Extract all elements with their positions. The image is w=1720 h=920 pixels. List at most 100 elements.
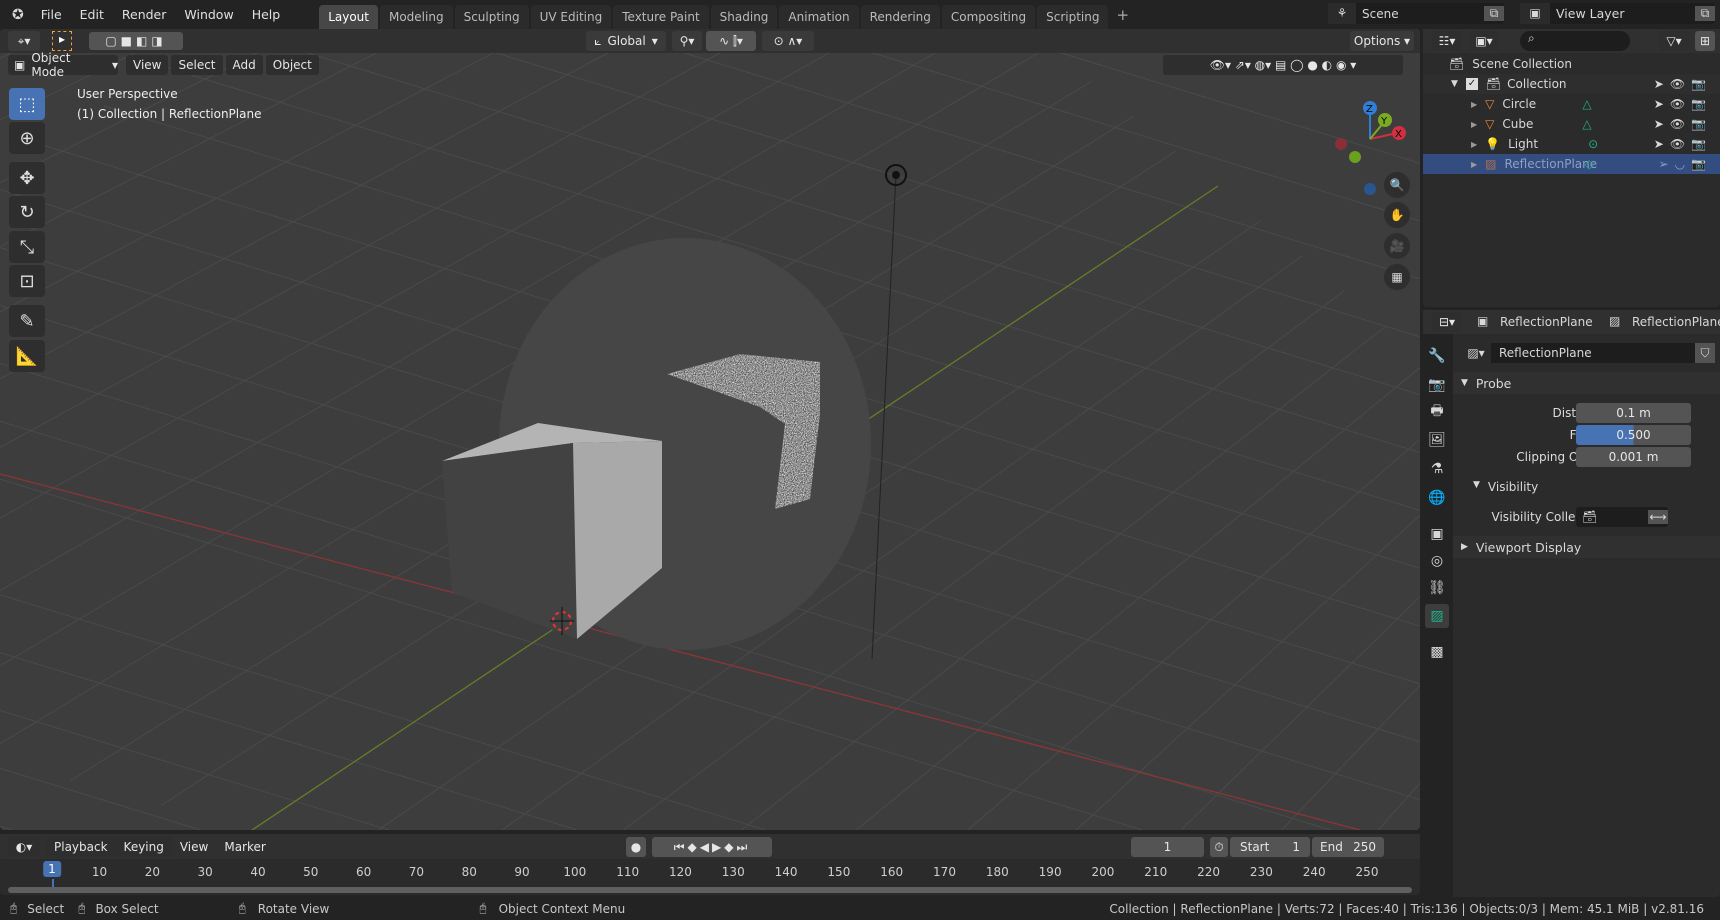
object-data-icon[interactable]: ◇ <box>1585 157 1659 171</box>
view-layer-dropdown[interactable]: ▣▾ <box>1469 31 1499 51</box>
transform-tool[interactable]: ⊡ <box>9 265 45 297</box>
editor-type-button[interactable]: ⊟▾ <box>1432 312 1462 332</box>
tab-modeling[interactable]: Modeling <box>379 5 453 29</box>
outliner-item-circle[interactable]: ▶ ▽ Circle △ ➤👁📷 <box>1423 94 1720 114</box>
expand-icon[interactable]: ▶ <box>1471 160 1477 169</box>
zoom-icon[interactable]: 🔍 <box>1384 172 1410 198</box>
select-tool-icon[interactable]: ▸ <box>52 31 72 51</box>
options-dropdown[interactable]: Options ▾ <box>1350 31 1414 51</box>
menu-render[interactable]: Render <box>113 7 176 22</box>
expand-icon[interactable]: ▼ <box>1451 79 1458 89</box>
auto-keying-button[interactable]: ● <box>626 837 646 857</box>
restrict-icons[interactable]: ➢◡📷 <box>1659 157 1712 171</box>
cube-left-face[interactable] <box>442 443 577 639</box>
move-tool[interactable]: ✥ <box>9 162 45 194</box>
viewport-menu-object[interactable]: Object <box>265 55 319 75</box>
tab-compositing[interactable]: Compositing <box>941 5 1036 29</box>
viewport-display-panel-header[interactable]: ▶ Viewport Display <box>1453 536 1720 558</box>
filter-dropdown[interactable]: ▽▾ <box>1659 31 1689 51</box>
scene-selector[interactable]: ⚘ Scene ⧉ <box>1328 3 1504 24</box>
preview-range-icon[interactable]: ⏱ <box>1210 837 1228 857</box>
select-mode-buttons[interactable]: ▢■◧◨ <box>89 32 183 50</box>
current-frame-marker[interactable]: 1 <box>43 861 61 877</box>
timeline-scrollbar[interactable] <box>8 887 1412 893</box>
mode-dropdown[interactable]: ▣ Object Mode ▾ <box>8 51 118 79</box>
restrict-icons[interactable]: ➤👁📷 <box>1654 117 1712 131</box>
viewport-menu-select[interactable]: Select <box>171 55 223 75</box>
outliner-item-cube[interactable]: ▶ ▽ Cube △ ➤👁📷 <box>1423 114 1720 134</box>
timeline-menu-view[interactable]: View <box>172 837 216 857</box>
viewport-scene[interactable] <box>0 29 1420 830</box>
new-collection-button[interactable]: ⊞ <box>1695 31 1715 51</box>
outliner-item-light[interactable]: ▶ 💡 Light ⊙ ➤👁📷 <box>1423 134 1720 154</box>
camera-view-icon[interactable]: 🎥 <box>1384 233 1410 259</box>
timeline-menu-playback[interactable]: Playback <box>46 837 116 857</box>
datablock-selector[interactable]: ▨▾ ReflectionPlane ⛉ <box>1461 343 1715 363</box>
new-scene-icon[interactable]: ⧉ <box>1484 6 1504 21</box>
playback-controls[interactable]: ⏮◆◀▶◆⏭ <box>652 837 772 857</box>
outliner-scene-collection[interactable]: 🗃 Scene Collection <box>1423 54 1720 74</box>
visibility-subpanel-header[interactable]: ▼ Visibility <box>1473 480 1538 494</box>
expand-icon[interactable]: ▶ <box>1471 140 1477 149</box>
menu-edit[interactable]: Edit <box>71 7 113 22</box>
tab-texture-paint[interactable]: Texture Paint <box>613 5 709 29</box>
physics-tab-icon[interactable]: ◎ <box>1425 549 1449 573</box>
playhead-line[interactable] <box>52 879 54 887</box>
visibility-collection-field[interactable]: 🗃 ⟷ <box>1576 507 1668 527</box>
cursor-tool[interactable]: ⊕ <box>9 122 45 154</box>
ortho-grid-icon[interactable]: ▦ <box>1384 264 1410 290</box>
tab-layout[interactable]: Layout <box>319 5 378 29</box>
menu-help[interactable]: Help <box>243 7 290 22</box>
checkbox-icon[interactable]: ✓ <box>1465 78 1478 90</box>
select-box-tool[interactable]: ⬚ <box>9 88 45 120</box>
expand-icon[interactable]: ▶ <box>1471 100 1477 109</box>
3d-viewport[interactable]: ⌖▾ ▸ ▢■◧◨ ⟀ Global ▾ ⚲▾ ∿ ⫿▾ ⊙ ∧▾ Options… <box>0 29 1420 830</box>
expand-icon[interactable]: ▶ <box>1471 120 1477 129</box>
probe-panel-header[interactable]: ▼ Probe <box>1453 372 1720 394</box>
outliner-collection[interactable]: ▼ ✓ 🗃 Collection ➤👁📷 <box>1423 74 1720 94</box>
end-frame-field[interactable]: End 250 <box>1312 837 1384 857</box>
viewport-menu-add[interactable]: Add <box>225 55 263 75</box>
annotate-tool[interactable]: ✎ <box>9 305 45 337</box>
transform-orientation-dropdown[interactable]: ⟀ Global ▾ <box>586 31 666 51</box>
overlay-buttons[interactable]: 👁▾ ⇗▾ ◍▾ ▤ ◯ ● ◐ ◉ ▾ <box>1163 55 1403 75</box>
render-tab-icon[interactable]: 📷 <box>1425 373 1449 397</box>
outliner-item-reflectionplane[interactable]: ▶ ▨ ReflectionPlane ◇ ➢◡📷 <box>1423 154 1720 174</box>
rotate-tool[interactable]: ↻ <box>9 196 45 228</box>
menu-file[interactable]: File <box>32 7 71 22</box>
world-tab-icon[interactable]: 🌐 <box>1425 486 1449 510</box>
proportional-edit-toggle[interactable]: ⊙ ∧▾ <box>762 31 814 51</box>
object-data-icon[interactable]: ⊙ <box>1588 137 1654 151</box>
texture-tab-icon[interactable]: ▩ <box>1425 640 1449 664</box>
constraints-tab-icon[interactable]: ⛓ <box>1425 576 1449 600</box>
editor-type-button[interactable]: ◐▾ <box>8 837 40 857</box>
start-frame-field[interactable]: Start 1 <box>1230 837 1310 857</box>
lightprobe-data-tab-icon[interactable]: ▨ <box>1425 604 1449 628</box>
outliner-search-input[interactable]: ⌕ <box>1520 31 1630 51</box>
tool-tab-icon[interactable]: 🔧 <box>1425 344 1449 368</box>
add-workspace-button[interactable]: + <box>1116 6 1129 24</box>
menu-window[interactable]: Window <box>175 7 242 22</box>
tab-animation[interactable]: Animation <box>779 5 859 29</box>
object-data-icon[interactable]: △ <box>1582 97 1653 111</box>
timeline-ruler[interactable]: 1 10 20 30 40 50 60 70 80 90 100 110 120 130 140 150 160… <box>0 859 1420 887</box>
invert-toggle-icon[interactable]: ⟷ <box>1648 510 1668 524</box>
timeline-menu-keying[interactable]: Keying <box>115 837 172 857</box>
restrict-icons[interactable]: ➤👁📷 <box>1654 77 1712 91</box>
view-layer-selector[interactable]: ▣ View Layer ⧉ <box>1520 3 1715 24</box>
timeline-menu-marker[interactable]: Marker <box>216 837 273 857</box>
output-tab-icon[interactable]: 🖶 <box>1425 400 1449 424</box>
current-frame-field[interactable]: 1 <box>1131 837 1204 857</box>
editor-type-button[interactable]: ⌖▾ <box>8 31 40 51</box>
object-tab-icon[interactable]: ▣ <box>1425 522 1449 546</box>
distance-field[interactable]: 0.1 m <box>1576 403 1691 423</box>
snap-toggle[interactable]: ∿ ⫿▾ <box>706 31 756 51</box>
measure-tool[interactable]: 📐 <box>9 340 45 372</box>
fake-user-shield-icon[interactable]: ⛉ <box>1695 343 1715 363</box>
blender-logo-icon[interactable]: ✪ <box>0 7 32 23</box>
tab-shading[interactable]: Shading <box>710 5 778 29</box>
falloff-slider[interactable]: 0.500 <box>1576 425 1691 445</box>
tab-uv-editing[interactable]: UV Editing <box>530 5 612 29</box>
new-view-layer-icon[interactable]: ⧉ <box>1695 6 1715 21</box>
scene-tab-icon[interactable]: ⚗ <box>1425 457 1449 481</box>
